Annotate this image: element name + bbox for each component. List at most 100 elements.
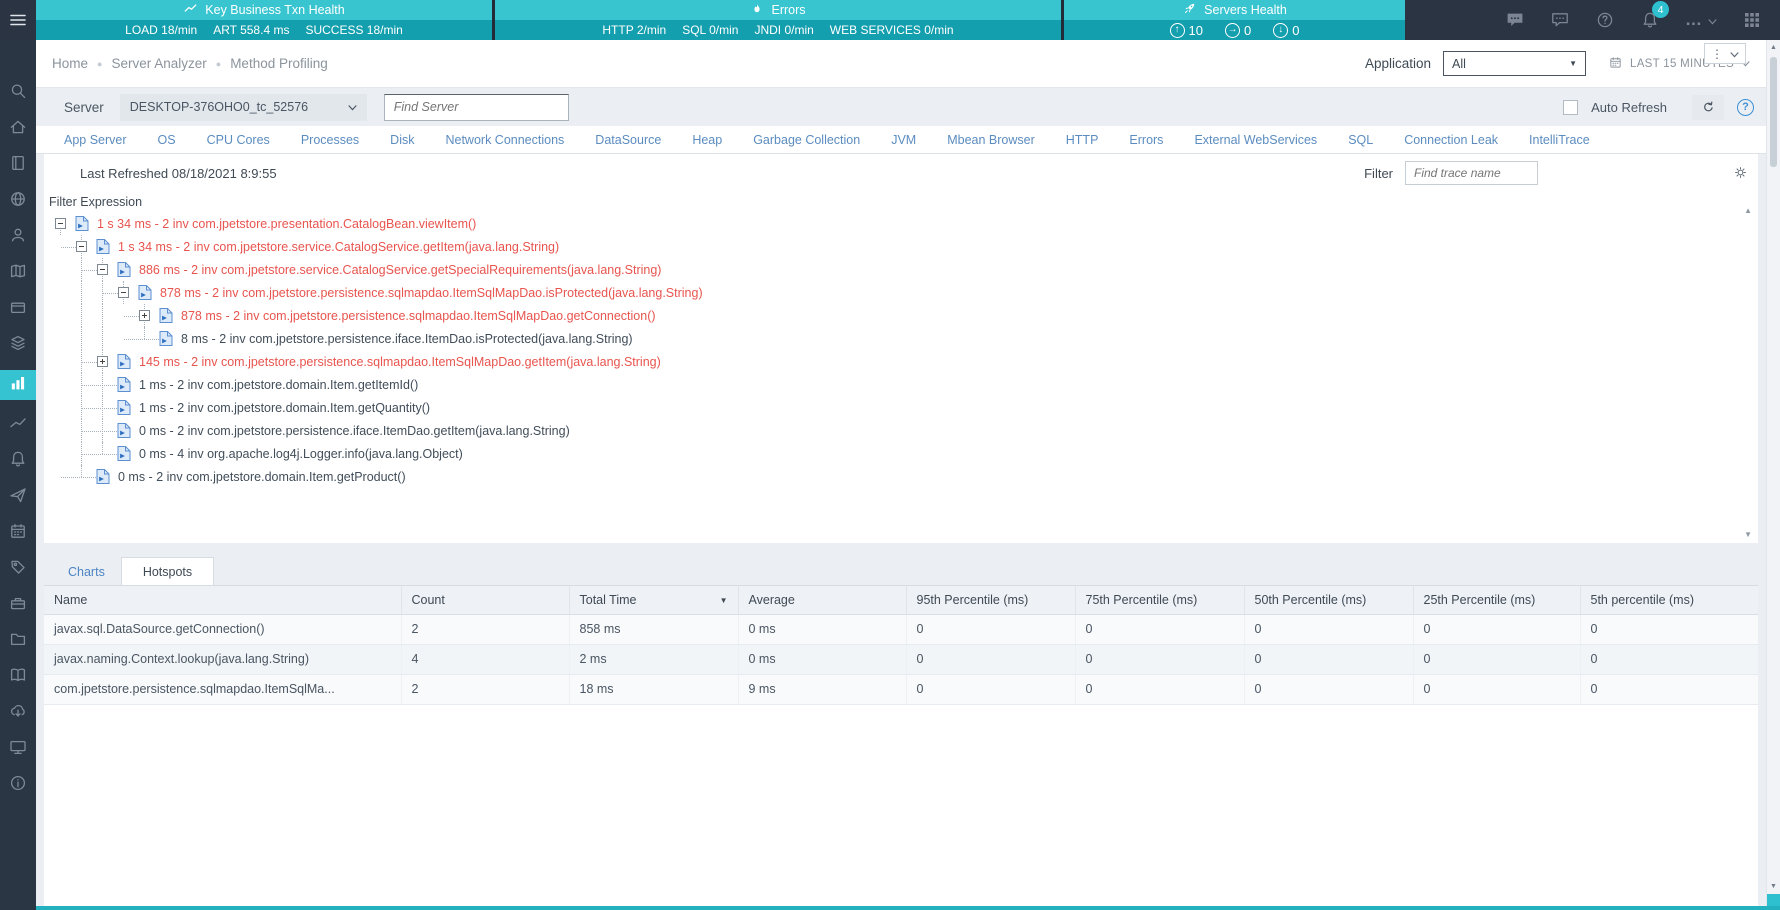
tab-sql[interactable]: SQL (1348, 133, 1373, 147)
tree-node-text: 1 s 34 ms - 2 inv com.jpetstore.presenta… (97, 216, 477, 231)
sidebar-item-layers[interactable] (0, 334, 36, 356)
tree-node[interactable]: 145 ms - 2 inv com.jpetstore.persistence… (44, 350, 1758, 373)
settings-gear-icon[interactable] (1733, 165, 1748, 185)
help-icon[interactable] (1595, 10, 1615, 30)
sidebar-item-calendar[interactable] (0, 522, 36, 544)
tab-http[interactable]: HTTP (1066, 133, 1099, 147)
breadcrumb-item-home[interactable]: Home (52, 56, 88, 71)
tab-mbean-browser[interactable]: Mbean Browser (947, 133, 1035, 147)
tree-node[interactable]: 1 s 34 ms - 2 inv com.jpetstore.presenta… (44, 212, 1758, 235)
sidebar-item-folder[interactable] (0, 630, 36, 652)
breadcrumb-item-server-analyzer[interactable]: Server Analyzer (111, 56, 206, 71)
tree-node[interactable]: 0 ms - 2 inv com.jpetstore.domain.Item.g… (44, 465, 1758, 488)
column-header-75th-percentile-ms-[interactable]: 75th Percentile (ms) (1075, 586, 1245, 615)
expand-plus-box[interactable] (139, 310, 150, 321)
tab-errors[interactable]: Errors (1129, 133, 1163, 147)
collapse-minus-box[interactable] (118, 287, 129, 298)
tree-guide-line (102, 442, 103, 454)
method-doc-icon (159, 331, 173, 346)
scroll-up-arrow[interactable]: ▲ (1767, 44, 1780, 51)
sidebar-item-home[interactable] (0, 118, 36, 140)
sidebar-item-tags[interactable] (0, 558, 36, 580)
tab-garbage-collection[interactable]: Garbage Collection (753, 133, 860, 147)
notifications-bell-icon[interactable]: 4 (1640, 1, 1669, 30)
column-header-count[interactable]: Count (401, 586, 570, 615)
tab-charts[interactable]: Charts (68, 559, 105, 585)
tab-hotspots[interactable]: Hotspots (120, 557, 215, 585)
sidebar-item-globe[interactable] (0, 190, 36, 212)
sidebar-item-wallet[interactable] (0, 298, 36, 320)
refresh-button[interactable] (1692, 94, 1724, 120)
auto-refresh-checkbox[interactable] (1563, 99, 1579, 115)
column-header-25th-percentile-ms-[interactable]: 25th Percentile (ms) (1413, 586, 1581, 615)
collapse-minus-box[interactable] (97, 264, 108, 275)
tab-heap[interactable]: Heap (692, 133, 722, 147)
tab-datasource[interactable]: DataSource (595, 133, 661, 147)
column-header-name[interactable]: Name (44, 586, 402, 615)
sidebar-item-search[interactable] (0, 82, 36, 104)
collapse-minus-box[interactable] (76, 241, 87, 252)
column-header-5th-percentile-ms-[interactable]: 5th percentile (ms) (1580, 586, 1758, 615)
tab-disk[interactable]: Disk (390, 133, 414, 147)
tabs-overflow-button[interactable]: ⋮ (1704, 43, 1746, 64)
tab-processes[interactable]: Processes (301, 133, 359, 147)
tab-cpu-cores[interactable]: CPU Cores (207, 133, 270, 147)
health-panel-key-business-txn-health[interactable]: Key Business Txn Health LOAD 18/min ART 55… (36, 0, 492, 40)
tree-node[interactable]: 8 ms - 2 inv com.jpetstore.persistence.i… (44, 327, 1758, 350)
tab-os[interactable]: OS (158, 133, 176, 147)
sidebar-item-catalog[interactable] (0, 154, 36, 176)
tree-scroll-down-arrow[interactable]: ▼ (1744, 530, 1752, 539)
table-row[interactable]: javax.sql.DataSource.getConnection() 2 858… (44, 614, 1758, 645)
sidebar-item-toolbox[interactable] (0, 594, 36, 616)
trace-filter-input[interactable] (1405, 161, 1538, 185)
main-content: Home ● Server Analyzer ● Method Profiling Ap… (36, 40, 1780, 910)
sidebar-item-users[interactable] (0, 226, 36, 248)
tree-node[interactable]: 886 ms - 2 inv com.jpetstore.service.Cat… (44, 258, 1758, 281)
chat-outline-icon[interactable] (1550, 10, 1570, 30)
scrollbar-thumb[interactable] (1770, 57, 1777, 167)
tree-node[interactable]: 0 ms - 4 inv org.apache.log4j.Logger.inf… (44, 442, 1758, 465)
sidebar-item-send[interactable] (0, 486, 36, 508)
find-server-input[interactable] (383, 93, 569, 121)
sidebar-item-monitor[interactable] (0, 738, 36, 760)
collapse-minus-box[interactable] (55, 218, 66, 229)
tree-node[interactable]: 878 ms - 2 inv com.jpetstore.persistence… (44, 304, 1758, 327)
tree-scroll-up-arrow[interactable]: ▲ (1744, 206, 1752, 215)
tab-external-webservices[interactable]: External WebServices (1194, 133, 1317, 147)
sidebar-item-trend[interactable] (0, 414, 36, 436)
table-row[interactable]: javax.naming.Context.lookup(java.lang.St… (44, 644, 1758, 675)
sidebar-item-alerts[interactable] (0, 450, 36, 472)
sidebar-item-map[interactable] (0, 262, 36, 284)
server-select[interactable]: DESKTOP-376OHO0_tc_52576 (119, 93, 367, 121)
tree-node[interactable]: 1 s 34 ms - 2 inv com.jpetstore.service.… (44, 235, 1758, 258)
apps-grid-icon[interactable] (1742, 10, 1762, 30)
tab-network-connections[interactable]: Network Connections (445, 133, 564, 147)
scroll-down-arrow[interactable]: ▼ (1767, 883, 1780, 890)
chat-filled-icon[interactable] (1505, 10, 1525, 30)
sidebar-item-library[interactable] (0, 666, 36, 688)
tab-jvm[interactable]: JVM (891, 133, 916, 147)
column-header-50th-percentile-ms-[interactable]: 50th Percentile (ms) (1244, 586, 1414, 615)
column-header-average[interactable]: Average (738, 586, 907, 615)
tab-intellitrace[interactable]: IntelliTrace (1529, 133, 1590, 147)
sidebar-item-analytics[interactable] (0, 370, 36, 400)
tree-node[interactable]: 1 ms - 2 inv com.jpetstore.domain.Item.g… (44, 396, 1758, 419)
menu-icon[interactable] (0, 0, 36, 40)
health-panel-servers-health[interactable]: Servers Health ↑ 10 → 0 ↓ 0 (1064, 0, 1405, 40)
column-header-total-time[interactable]: Total Time ▼ (569, 586, 739, 615)
help-button[interactable]: ? (1737, 98, 1754, 116)
expand-plus-box[interactable] (97, 356, 108, 367)
sidebar-item-cloud-download[interactable] (0, 702, 36, 724)
health-panel-errors[interactable]: Errors HTTP 2/min SQL 0/min JNDI 0/min WEB S… (495, 0, 1061, 40)
tab-app-server[interactable]: App Server (64, 133, 127, 147)
tree-node[interactable]: 0 ms - 2 inv com.jpetstore.persistence.i… (44, 419, 1758, 442)
more-options-button[interactable]: … (1685, 10, 1717, 30)
sidebar-item-info[interactable] (0, 774, 36, 796)
tree-node[interactable]: 878 ms - 2 inv com.jpetstore.persistence… (44, 281, 1758, 304)
column-header-95th-percentile-ms-[interactable]: 95th Percentile (ms) (906, 586, 1076, 615)
application-select[interactable]: All ▼ (1443, 51, 1586, 76)
table-row[interactable]: com.jpetstore.persistence.sqlmapdao.Item… (44, 674, 1758, 705)
tree-node[interactable]: 1 ms - 2 inv com.jpetstore.domain.Item.g… (44, 373, 1758, 396)
tab-connection-leak[interactable]: Connection Leak (1404, 133, 1498, 147)
page-scrollbar[interactable]: ▲ ▼ (1766, 40, 1780, 910)
